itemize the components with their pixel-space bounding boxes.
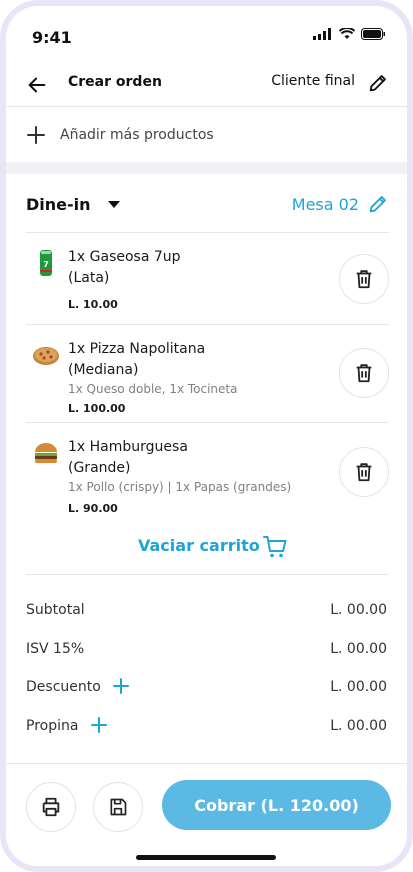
top-bar: Crear orden Cliente final: [6, 62, 407, 107]
bottom-action-bar: Cobrar (L. 120.00): [6, 763, 407, 866]
charge-button[interactable]: Cobrar (L. 120.00): [162, 780, 391, 830]
add-products-button[interactable]: Añadir más productos: [6, 107, 407, 162]
page-title: Crear orden: [68, 74, 162, 90]
add-products-label: Añadir más productos: [60, 127, 214, 143]
totals-label: Propina: [26, 717, 79, 734]
totals-value: L. 00.00: [330, 640, 387, 657]
item-modifiers: 1x Pollo (crispy) | 1x Papas (grandes): [68, 480, 292, 494]
totals-row: Propina L. 00.00: [26, 714, 387, 753]
status-time: 9:41: [32, 28, 72, 47]
phone-frame: 9:41 Crear orden Cliente final Añadir má…: [0, 0, 413, 872]
item-price: L. 100.00: [68, 402, 126, 415]
edit-client-icon[interactable]: [367, 72, 389, 94]
plus-icon: [27, 126, 45, 144]
table-label[interactable]: Mesa 02: [292, 195, 359, 214]
totals-row: Descuento L. 00.00: [26, 675, 387, 714]
item-name-line: 1x Hamburguesa: [68, 439, 188, 455]
trash-icon: [356, 364, 372, 383]
item-name-line: 1x Pizza Napolitana: [68, 341, 206, 357]
item-name-line: (Mediana): [68, 362, 139, 378]
battery-icon: [361, 28, 385, 40]
service-mode[interactable]: Dine-in: [26, 195, 91, 214]
cart-item: 1x Pizza Napolitana (Mediana) 1x Queso d…: [26, 325, 389, 423]
item-name-line: 1x Gaseosa 7up: [68, 249, 181, 265]
item-name: 1x Hamburguesa (Grande): [68, 437, 318, 479]
status-icons: [313, 28, 385, 40]
totals-label: Descuento: [26, 679, 101, 695]
save-button[interactable]: [93, 782, 143, 832]
item-name-line: (Grande): [68, 460, 131, 476]
signal-icon: [313, 28, 331, 40]
save-icon: [110, 798, 127, 816]
empty-cart-button[interactable]: Vaciar carrito: [26, 534, 389, 575]
wifi-icon: [339, 28, 355, 39]
pizza-icon: [33, 347, 59, 365]
back-arrow-icon[interactable]: [26, 74, 48, 96]
item-name: 1x Gaseosa 7up (Lata): [68, 247, 318, 289]
empty-cart-label[interactable]: Vaciar carrito: [138, 536, 260, 555]
delete-item-button[interactable]: [339, 348, 389, 398]
soda-can-icon: 7: [40, 250, 52, 276]
totals-section: Subtotal L. 00.00 ISV 15% L. 00.00 Descu…: [26, 598, 387, 752]
delete-item-button[interactable]: [339, 254, 389, 304]
trash-icon: [356, 463, 372, 482]
home-indicator: [136, 855, 276, 860]
item-name: 1x Pizza Napolitana (Mediana): [68, 339, 318, 381]
chevron-down-icon[interactable]: [108, 201, 120, 208]
item-name-line: (Lata): [68, 270, 110, 286]
printer-icon: [42, 797, 60, 817]
print-button[interactable]: [26, 782, 76, 832]
delete-item-button[interactable]: [339, 447, 389, 497]
add-discount-icon[interactable]: [112, 677, 130, 695]
client-name[interactable]: Cliente final: [271, 73, 355, 89]
cart-list: 7 1x Gaseosa 7up (Lata) L. 10.00 1x Pizz…: [26, 233, 389, 521]
totals-value: L. 00.00: [330, 717, 387, 734]
trash-icon: [356, 270, 372, 289]
item-modifiers: 1x Queso doble, 1x Tocineta: [68, 382, 238, 396]
service-row: Dine-in Mesa 02: [26, 174, 389, 233]
cart-icon[interactable]: [262, 534, 288, 560]
item-price: L. 10.00: [68, 298, 118, 311]
totals-label: ISV 15%: [26, 640, 85, 657]
totals-label: Subtotal: [26, 602, 85, 618]
cart-item: 7 1x Gaseosa 7up (Lata) L. 10.00: [26, 233, 389, 325]
svg-text:7: 7: [43, 260, 49, 269]
totals-row: Subtotal L. 00.00: [26, 598, 387, 637]
edit-table-icon[interactable]: [367, 193, 389, 215]
cart-item: 1x Hamburguesa (Grande) 1x Pollo (crispy…: [26, 423, 389, 521]
add-tip-icon[interactable]: [90, 716, 108, 734]
totals-value: L. 00.00: [330, 679, 387, 695]
section-divider: [6, 162, 407, 174]
item-price: L. 90.00: [68, 502, 118, 515]
totals-value: L. 00.00: [330, 602, 387, 618]
status-bar: 9:41: [6, 6, 407, 62]
burger-icon: [35, 443, 57, 463]
totals-row: ISV 15% L. 00.00: [26, 637, 387, 676]
